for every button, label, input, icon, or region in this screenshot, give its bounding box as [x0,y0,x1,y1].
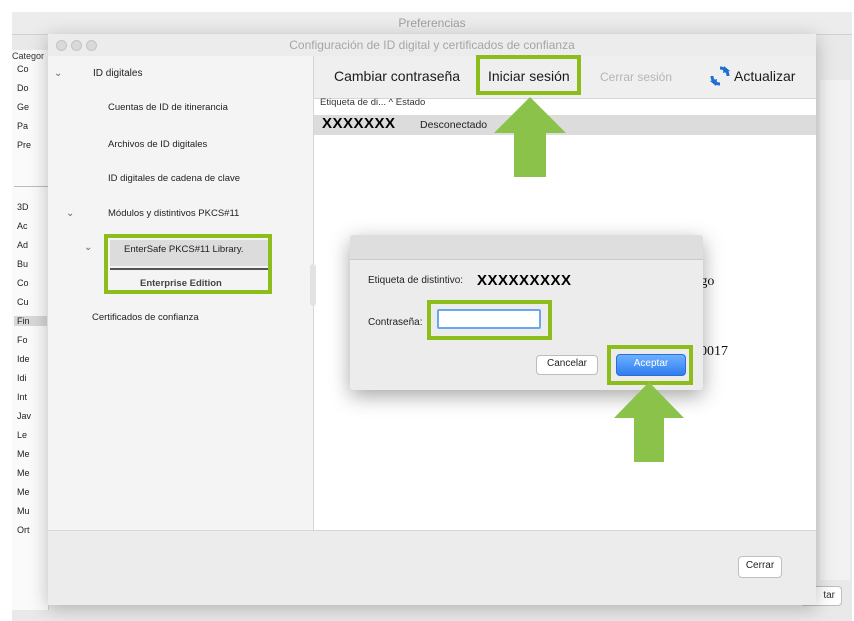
category-item[interactable]: Ge [17,102,47,112]
category-item[interactable]: Bu [17,259,47,269]
category-item[interactable]: Cu [17,297,47,307]
category-item[interactable]: Pa [17,121,47,131]
list-header[interactable]: Etiqueta de di... ^ Estado [320,97,425,108]
dialog-footer: Cerrar [48,530,816,605]
category-item[interactable]: Fo [17,335,47,345]
refresh-icon[interactable] [709,65,731,87]
chevron-down-icon[interactable]: ⌄ [66,208,74,219]
preferences-title: Preferencias [398,16,466,30]
highlight-login [476,55,581,95]
tree-item-digital-ids[interactable]: ID digitales [93,68,142,79]
modal-titlebar [350,235,703,260]
tree-item-roaming[interactable]: Cuentas de ID de itinerancia [108,102,228,113]
category-item[interactable]: Ac [17,221,47,231]
logout-button[interactable]: Cerrar sesión [600,70,672,84]
highlight-token-tree [104,234,272,294]
tree-item-keychain[interactable]: ID digitales de cadena de clave [108,173,240,184]
category-item[interactable]: Co [17,64,47,74]
category-item[interactable]: Le [17,430,47,440]
highlight-accept [607,345,693,385]
change-password-button[interactable]: Cambiar contraseña [334,68,460,84]
digital-id-titlebar: Configuración de ID digital y certificad… [48,34,816,57]
category-item[interactable]: Mu [17,506,47,516]
token-label-value: XXXXXXXXX [477,272,572,289]
category-item[interactable]: Idi [17,373,47,383]
category-item[interactable]: Me [17,487,47,497]
category-separator [14,186,48,187]
tree-item-files[interactable]: Archivos de ID digitales [108,139,207,150]
category-item[interactable]: Ort [17,525,47,535]
category-item[interactable]: Ad [17,240,47,250]
close-button[interactable]: Cerrar [738,556,782,578]
category-item-selected[interactable]: Fin [14,316,47,326]
cancel-button[interactable]: Cancelar [536,355,598,375]
token-label-caption: Etiqueta de distintivo: [368,275,464,286]
chevron-down-icon[interactable]: ⌄ [84,242,92,253]
refresh-button[interactable]: Actualizar [734,68,795,84]
category-item[interactable]: Me [17,449,47,459]
chevron-down-icon[interactable]: ⌄ [54,68,62,79]
arrow-up-icon [614,382,684,462]
category-header: Categor [12,51,45,61]
token-status: Desconectado [420,119,488,131]
category-item[interactable]: Do [17,83,47,93]
arrow-up-icon [494,97,566,177]
category-item[interactable]: Jav [17,411,47,421]
tree-item-trusted-certs[interactable]: Certificados de confianza [92,312,199,323]
category-item[interactable]: Ide [17,354,47,364]
preferences-titlebar: Preferencias [12,12,852,35]
category-item[interactable]: Pre [17,140,47,150]
highlight-password [427,300,552,340]
tree-item-pkcs-modules[interactable]: Módulos y distintivos PKCS#11 [108,208,239,219]
window-title: Configuración de ID digital y certificad… [289,38,575,52]
splitter-handle[interactable] [310,264,316,306]
category-item[interactable]: Me [17,468,47,478]
category-item[interactable]: 3D [17,202,47,212]
category-item[interactable]: Int [17,392,47,402]
category-item[interactable]: Co [17,278,47,288]
preferences-content [820,80,850,580]
detail-text: 0017 [700,344,728,359]
token-label: XXXXXXX [322,115,396,132]
password-label: Contraseña: [368,317,423,328]
